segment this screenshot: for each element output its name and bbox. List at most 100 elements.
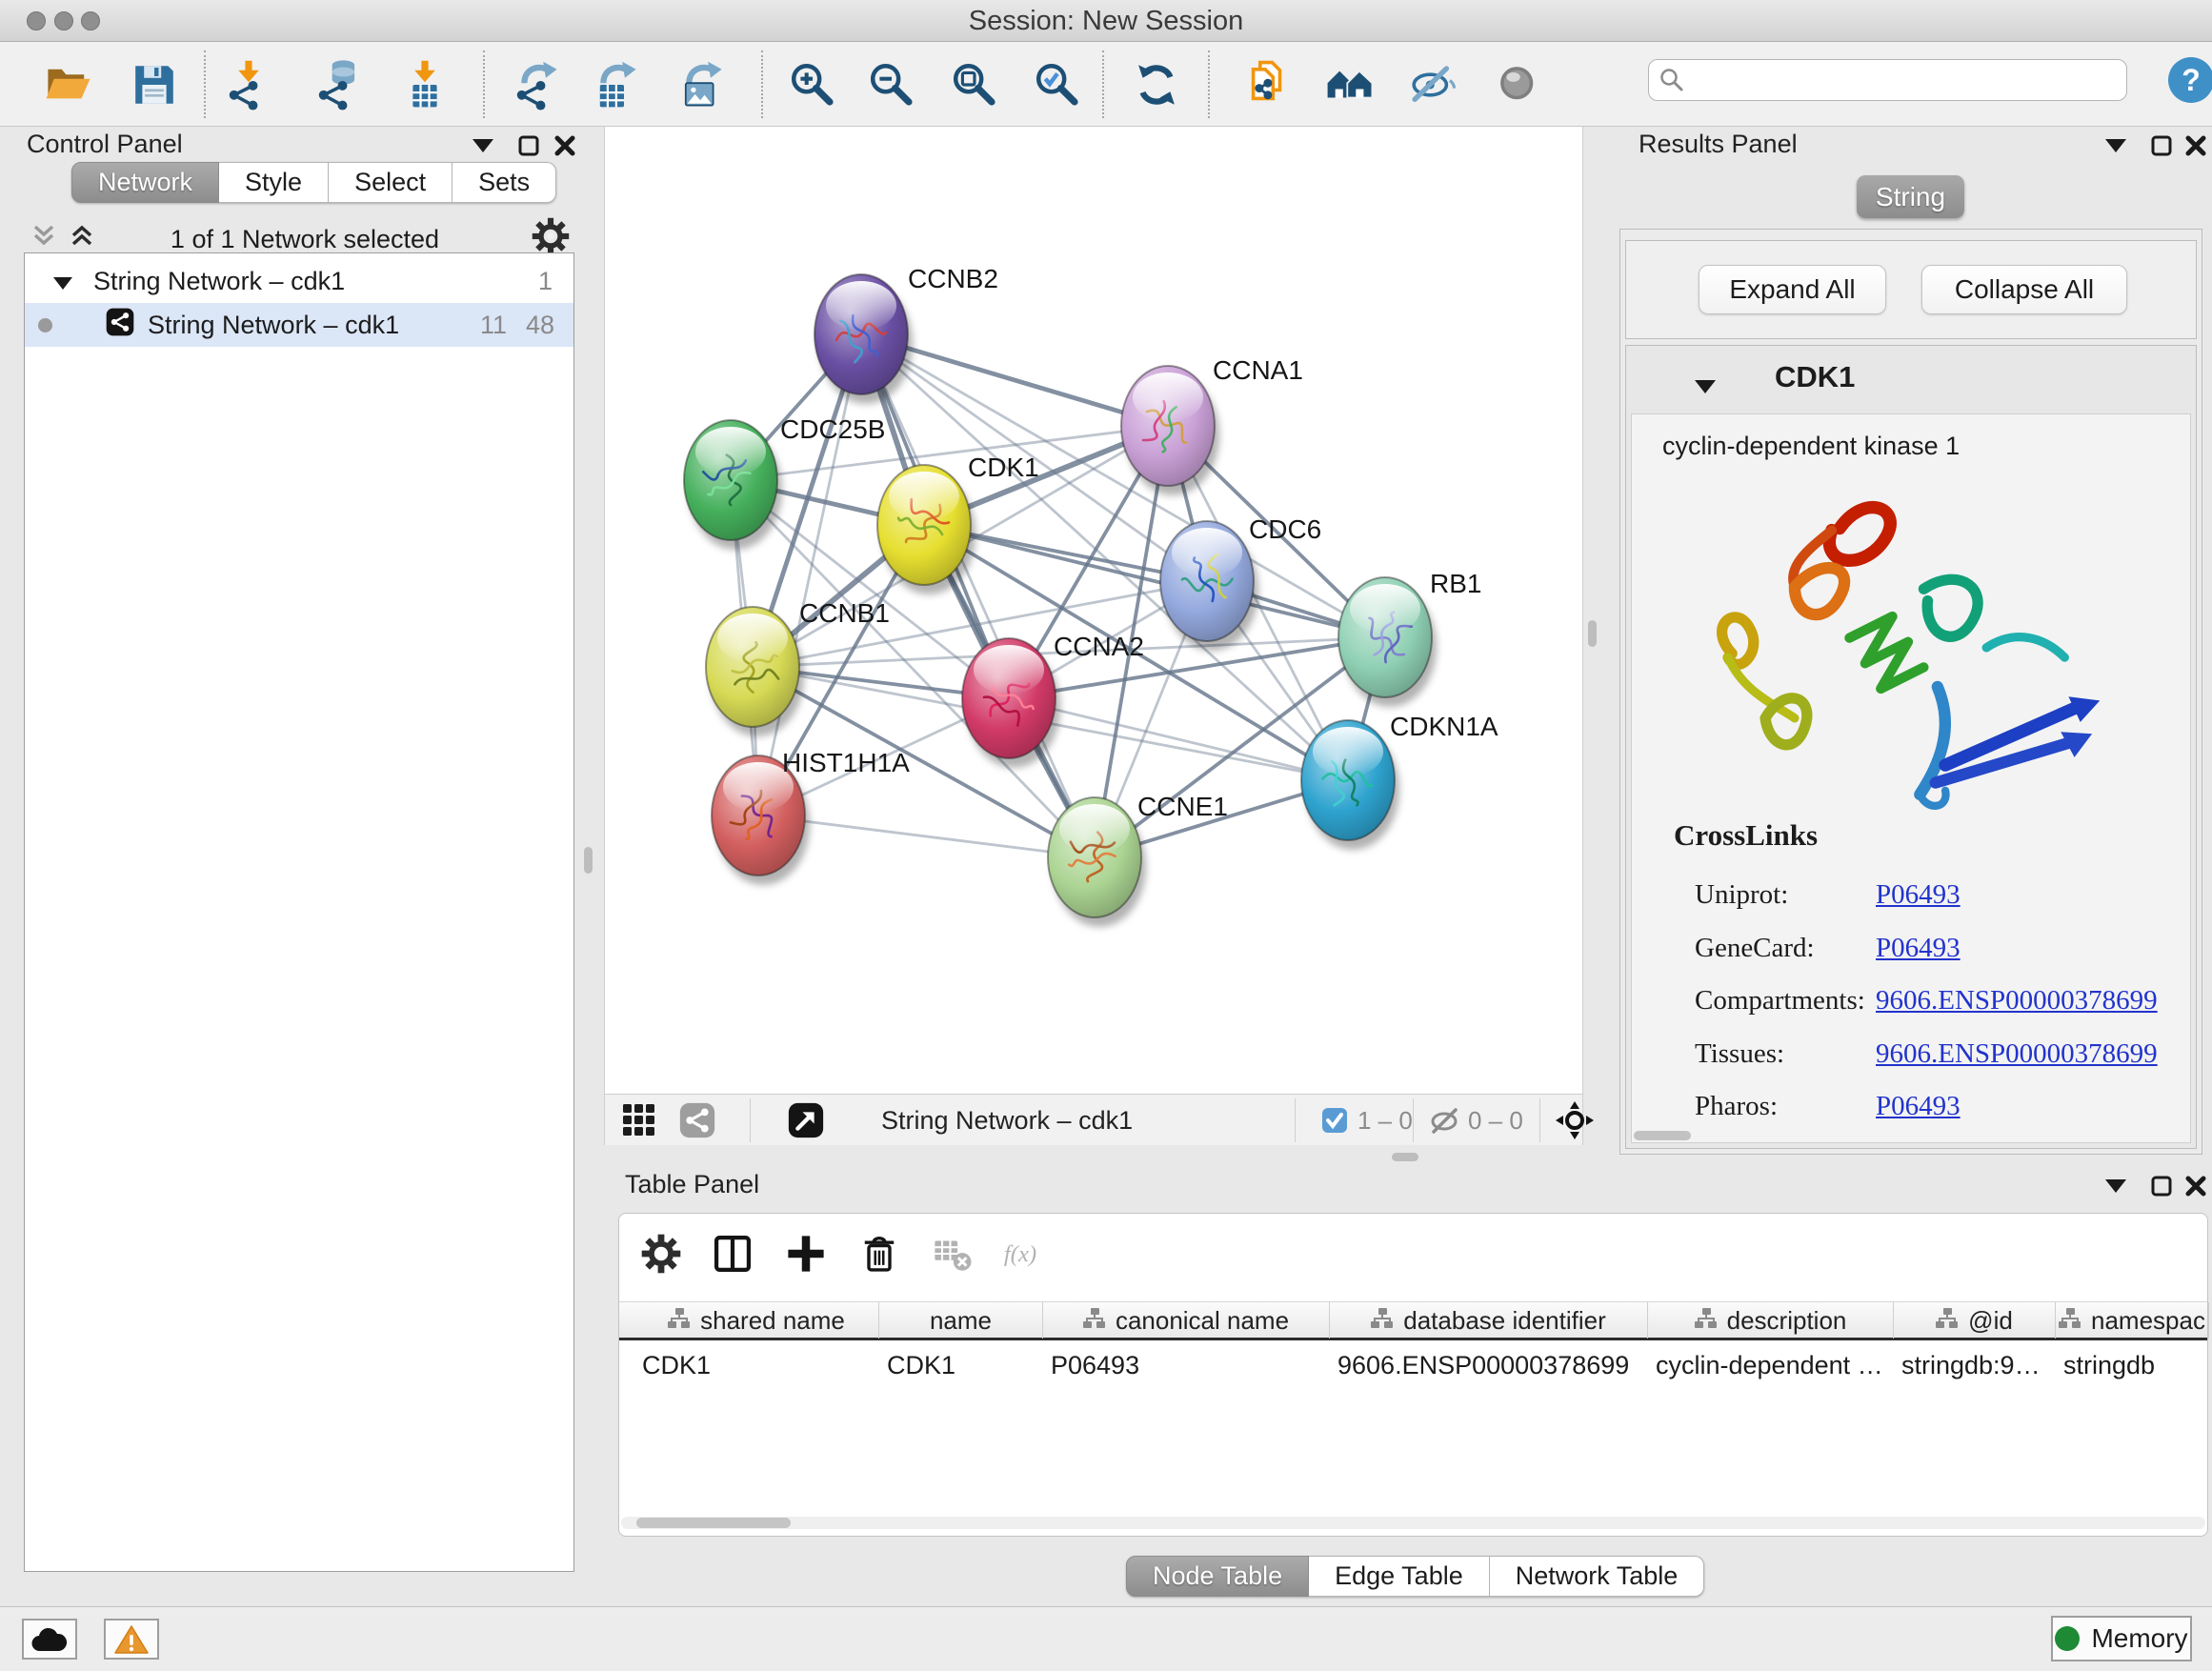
- crosslink-value[interactable]: 9606.ENSP00000378699: [1876, 1038, 2158, 1070]
- node-CDC6[interactable]: [1160, 521, 1258, 651]
- tree-expand-triangle-icon[interactable]: [53, 267, 72, 296]
- close-window-icon[interactable]: [27, 11, 46, 30]
- crosslink-value[interactable]: P06493: [1876, 1091, 1961, 1122]
- collapse-all-button[interactable]: Collapse All: [1921, 265, 2127, 314]
- zoom-selected-icon[interactable]: [1027, 55, 1088, 114]
- node-CCNB2[interactable]: [814, 274, 913, 404]
- new-column-icon[interactable]: [781, 1229, 831, 1278]
- tab-style[interactable]: Style: [219, 162, 329, 203]
- share-network-icon[interactable]: [679, 1101, 715, 1139]
- tab-select[interactable]: Select: [329, 162, 452, 203]
- network-row-selected[interactable]: String Network – cdk1 11 48: [25, 303, 573, 347]
- results-panel-close-icon[interactable]: [2182, 133, 2210, 158]
- control-panel-float-icon[interactable]: [514, 133, 543, 158]
- export-table-icon[interactable]: [585, 55, 646, 114]
- cloud-icon[interactable]: [22, 1619, 77, 1660]
- edge-CCNB2-HIST1H1A[interactable]: [758, 334, 861, 815]
- results-scrollbar-thumb[interactable]: [1634, 1131, 1691, 1140]
- help-icon[interactable]: ?: [2168, 57, 2212, 103]
- copy-network-icon[interactable]: [1237, 55, 1297, 114]
- table-mode-icon[interactable]: [636, 1229, 686, 1278]
- node-CCNB1[interactable]: [706, 607, 804, 736]
- table-panel-float-icon[interactable]: [2147, 1174, 2176, 1198]
- hidden-eye-icon[interactable]: [1428, 1101, 1460, 1139]
- column-header-shared-name[interactable]: shared name: [634, 1302, 879, 1339]
- zoom-in-icon[interactable]: [782, 55, 843, 114]
- node-CDK1[interactable]: [877, 465, 975, 594]
- save-session-icon[interactable]: [124, 55, 185, 114]
- hide-selected-icon[interactable]: [1402, 55, 1463, 114]
- zoom-window-icon[interactable]: [81, 11, 100, 30]
- cell[interactable]: P06493: [1051, 1346, 1324, 1384]
- column-header--id[interactable]: @id: [1894, 1302, 2056, 1339]
- node-CCNA1[interactable]: [1121, 366, 1219, 495]
- refresh-view-icon[interactable]: [1126, 55, 1187, 114]
- results-panel-float-icon[interactable]: [2147, 133, 2176, 158]
- function-builder-icon[interactable]: f(x): [1000, 1229, 1050, 1278]
- show-columns-icon[interactable]: [708, 1229, 757, 1278]
- column-header-name[interactable]: name: [879, 1302, 1043, 1339]
- export-network-icon[interactable]: [506, 55, 567, 114]
- cell[interactable]: cyclin-dependent …: [1656, 1346, 1888, 1384]
- right-splitter-handle[interactable]: [1588, 620, 1597, 647]
- memory-button[interactable]: Memory: [2051, 1616, 2192, 1661]
- left-splitter-handle[interactable]: [584, 847, 593, 874]
- cell[interactable]: CDK1: [642, 1346, 874, 1384]
- import-network-from-file-icon[interactable]: [218, 55, 279, 114]
- crosshair-icon[interactable]: [1556, 1101, 1594, 1139]
- network-canvas[interactable]: CCNB2CCNA1CDC25BCDK1CDC6RB1CCNB1CCNA2CDK…: [604, 127, 1583, 1094]
- collapse-all-tree-icon[interactable]: [69, 223, 95, 254]
- zoom-out-icon[interactable]: [861, 55, 922, 114]
- tab-sets[interactable]: Sets: [452, 162, 556, 203]
- home-icon[interactable]: [1319, 55, 1380, 114]
- tab-string[interactable]: String: [1857, 175, 1964, 218]
- column-header-canonical-name[interactable]: canonical name: [1043, 1302, 1330, 1339]
- control-panel-close-icon[interactable]: [551, 133, 579, 158]
- tab-network[interactable]: Network: [71, 162, 219, 203]
- table-panel-close-icon[interactable]: [2182, 1174, 2210, 1198]
- crosslink-value[interactable]: P06493: [1876, 879, 1961, 911]
- external-link-icon[interactable]: [788, 1101, 824, 1139]
- cell[interactable]: CDK1: [887, 1346, 1037, 1384]
- control-panel-collapse-icon[interactable]: [469, 133, 497, 158]
- zoom-fit-icon[interactable]: [944, 55, 1005, 114]
- warning-icon[interactable]: [104, 1619, 159, 1660]
- import-table-from-file-icon[interactable]: [394, 55, 455, 114]
- crosslink-value[interactable]: 9606.ENSP00000378699: [1876, 985, 2158, 1017]
- cell[interactable]: stringdb:9…: [1901, 1346, 2050, 1384]
- edge-CCNB2-CCNE1[interactable]: [861, 334, 1095, 857]
- open-session-icon[interactable]: [38, 55, 99, 114]
- overview-icon[interactable]: [1488, 55, 1549, 114]
- table-panel-collapse-icon[interactable]: [2101, 1174, 2130, 1198]
- import-network-from-database-icon[interactable]: [308, 55, 369, 114]
- node-CCNE1[interactable]: [1048, 797, 1146, 927]
- cell[interactable]: 9606.ENSP00000378699: [1337, 1346, 1642, 1384]
- table-hscrollbar[interactable]: [621, 1517, 2205, 1529]
- network-collection-row[interactable]: String Network – cdk1 1: [25, 259, 573, 303]
- cell[interactable]: stringdb: [2063, 1346, 2203, 1384]
- horizontal-splitter-handle[interactable]: [1392, 1153, 1418, 1161]
- node-CCNA2[interactable]: [962, 638, 1060, 768]
- node-RB1[interactable]: [1338, 577, 1437, 707]
- selected-checkbox-icon[interactable]: [1321, 1101, 1348, 1139]
- tab-network-table[interactable]: Network Table: [1490, 1556, 1705, 1597]
- results-panel-collapse-icon[interactable]: [2101, 133, 2130, 158]
- column-namespace-icon: [1936, 1306, 1959, 1336]
- table-hscrollbar-thumb[interactable]: [636, 1518, 791, 1528]
- tab-edge-table[interactable]: Edge Table: [1309, 1556, 1490, 1597]
- expand-all-tree-icon[interactable]: [30, 223, 57, 254]
- column-header-namespac[interactable]: namespac: [2056, 1302, 2209, 1339]
- crosslink-value[interactable]: P06493: [1876, 933, 1961, 964]
- tab-node-table[interactable]: Node Table: [1126, 1556, 1309, 1597]
- node-CDKN1A[interactable]: [1301, 720, 1399, 850]
- gene-collapse-triangle-icon[interactable]: [1695, 371, 1716, 400]
- minimize-window-icon[interactable]: [54, 11, 73, 30]
- delete-column-icon[interactable]: [855, 1229, 904, 1278]
- column-header-database-identifier[interactable]: database identifier: [1330, 1302, 1648, 1339]
- export-image-icon[interactable]: [671, 55, 732, 114]
- clear-table-icon[interactable]: [928, 1229, 977, 1278]
- grid-icon[interactable]: [622, 1101, 656, 1139]
- search-input[interactable]: [1685, 66, 2117, 95]
- column-header-description[interactable]: description: [1648, 1302, 1894, 1339]
- expand-all-button[interactable]: Expand All: [1699, 265, 1886, 314]
